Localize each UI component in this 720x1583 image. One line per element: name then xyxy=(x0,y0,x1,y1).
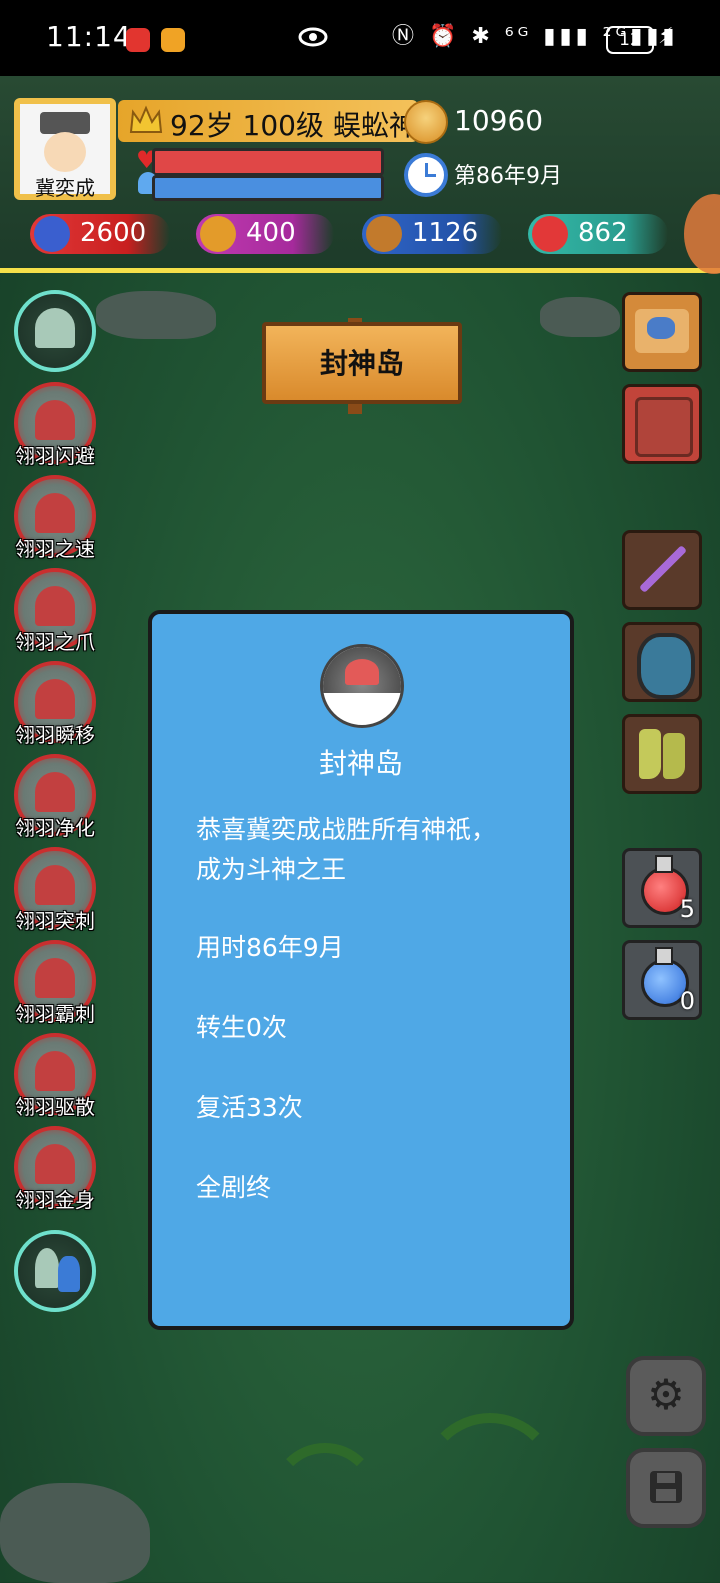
feather-icon xyxy=(35,1248,59,1288)
map-scroll-button[interactable] xyxy=(622,292,702,372)
map-scroll-icon xyxy=(635,309,689,353)
stat-speed-value: 1126 xyxy=(412,218,479,248)
blue-potion-slot[interactable]: 0 xyxy=(622,940,702,1020)
feather-icon xyxy=(35,493,75,533)
armor-shield-icon xyxy=(637,633,695,699)
skill-label: 翎羽驱散 xyxy=(15,1095,95,1119)
stat-defense: 400 xyxy=(196,214,334,254)
clock-icon xyxy=(404,153,448,197)
feather-icon xyxy=(35,1051,75,1091)
battery-icon: 12 xyxy=(606,26,654,54)
save-button[interactable] xyxy=(626,1448,706,1528)
rock xyxy=(0,1483,150,1583)
feather-icon xyxy=(35,958,75,998)
armor-slot[interactable] xyxy=(622,622,702,702)
feather-icon xyxy=(35,586,75,626)
potion-neck xyxy=(655,947,673,965)
skill-label: 翎羽之爪 xyxy=(15,630,95,654)
skill-label: 翎羽金身 xyxy=(15,1188,95,1212)
dialog-line: 用时86年9月 xyxy=(196,933,344,962)
boots-icon xyxy=(663,733,685,779)
heart-plus-icon xyxy=(532,216,568,252)
rock xyxy=(540,297,620,337)
sword-icon xyxy=(638,544,688,594)
game-time: 第86年9月 xyxy=(454,164,562,189)
weibo-app-icon xyxy=(161,28,185,52)
potion-neck xyxy=(655,855,673,873)
stat-attack-value: 2600 xyxy=(80,218,147,248)
dialog-line: 转生0次 xyxy=(196,1013,287,1042)
feather-icon xyxy=(35,772,75,812)
skill-label: 翎羽霸刺 xyxy=(15,1002,95,1026)
player-name: 冀奕成 xyxy=(35,176,95,200)
pagoda-icon xyxy=(58,1256,80,1292)
settings-button[interactable]: ⚙ xyxy=(626,1356,706,1436)
mp-bar xyxy=(152,175,384,201)
feather-icon xyxy=(35,865,75,905)
quest-book-button[interactable] xyxy=(622,384,702,464)
book-icon xyxy=(635,397,693,457)
vine xyxy=(270,1443,380,1553)
boots-slot[interactable] xyxy=(622,714,702,794)
skill-label: 翎羽瞬移 xyxy=(15,723,95,747)
hp-bar xyxy=(152,148,384,176)
eye-icon xyxy=(298,27,328,47)
huawei-app-icon xyxy=(126,28,150,52)
status-time: 11:14 xyxy=(46,20,132,53)
weapon-slot[interactable] xyxy=(622,530,702,610)
avatar-face xyxy=(44,132,86,172)
stat-attack: 2600 xyxy=(30,214,170,254)
blue-potion-count: 0 xyxy=(679,987,695,1015)
rock xyxy=(96,291,216,339)
boot-icon xyxy=(366,216,402,252)
sword-icon xyxy=(34,216,70,252)
skill-feather-pagoda[interactable] xyxy=(14,1230,96,1312)
skill-label: 翎羽净化 xyxy=(15,816,95,840)
stat-speed: 1126 xyxy=(362,214,502,254)
feather-icon xyxy=(35,679,75,719)
dialog-title: 封神岛 xyxy=(318,747,403,780)
skill-label: 翎羽闪避 xyxy=(15,444,95,468)
ending-dialog: 封神岛 恭喜冀奕成战胜所有神祇， 成为斗神之王 用时86年9月 转生0次 复活3… xyxy=(148,610,574,1330)
avatar-hat xyxy=(40,112,90,134)
location-name: 封神岛 xyxy=(319,347,404,380)
skill-label: 翎羽突刺 xyxy=(15,909,95,933)
dialog-line: 复活33次 xyxy=(196,1093,303,1122)
red-potion-slot[interactable]: 5 xyxy=(622,848,702,928)
stat-health: 862 xyxy=(528,214,668,254)
lotus-icon xyxy=(345,659,379,685)
feather-icon xyxy=(35,400,75,440)
feather-icon xyxy=(35,308,75,348)
skill-feather-main[interactable] xyxy=(14,290,96,372)
skill-label: 翎羽之速 xyxy=(15,537,95,561)
dialog-line: 成为斗神之王 xyxy=(196,855,347,884)
save-icon xyxy=(650,1471,682,1503)
red-potion-count: 5 xyxy=(679,895,695,923)
lotus-emblem-icon xyxy=(320,644,404,728)
gear-icon: ⚙ xyxy=(647,1370,685,1419)
clock-hand xyxy=(425,174,436,177)
dialog-line: 恭喜冀奕成战胜所有神祇， xyxy=(196,815,497,844)
boots-icon xyxy=(639,729,661,779)
stat-health-value: 862 xyxy=(578,218,628,248)
vine xyxy=(420,1413,560,1553)
gold-coin-icon xyxy=(404,100,448,144)
player-title: 92岁 100级 蜈蚣神 xyxy=(170,109,417,142)
stat-defense-value: 400 xyxy=(246,218,296,248)
crown-icon xyxy=(129,105,163,133)
shield-icon xyxy=(200,216,236,252)
dialog-line: 全剧终 xyxy=(196,1173,272,1202)
gold-amount: 10960 xyxy=(454,104,544,137)
charging-icon: ⚡ xyxy=(658,24,674,49)
status-bar: 11:14 Ⓝ ⏰ ✱ ⁶ᴳ ▮▮▮ ²ᴳ▮▮▮ 12 ⚡ xyxy=(0,0,720,76)
feather-icon xyxy=(35,1144,75,1184)
